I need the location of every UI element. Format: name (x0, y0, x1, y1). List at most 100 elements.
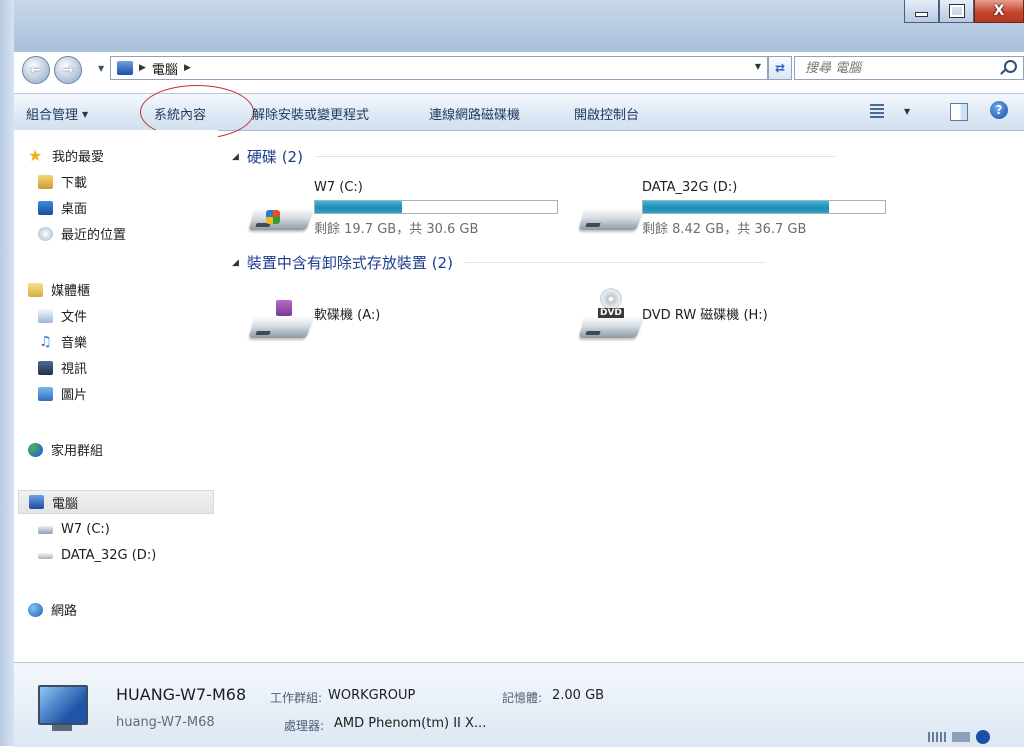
sidebar-network[interactable]: 網路 (28, 600, 77, 619)
optical-drive-icon (578, 316, 644, 338)
minimize-button[interactable] (904, 0, 939, 23)
refresh-icon: ⇄ (774, 61, 786, 75)
drive-tile-d[interactable]: DATA_32G (D:) 剩餘 8.42 GB，共 36.7 GB (570, 178, 886, 238)
drive-free-space: 剩餘 8.42 GB，共 36.7 GB (642, 222, 807, 237)
group-title: 硬碟 (2) (246, 148, 303, 166)
map-network-drive-button[interactable]: 連線網路磁碟機 (429, 104, 520, 123)
drive-tile-h[interactable]: DVD DVD RW 磁碟機 (H:) (570, 288, 880, 350)
star-icon: ★ (28, 145, 43, 165)
maximize-button[interactable] (939, 0, 974, 23)
music-icon: ♫ (39, 333, 52, 350)
sidebar-item-pictures[interactable]: 圖片 (38, 384, 87, 403)
drive-usage-bar (642, 200, 886, 214)
group-divider (464, 262, 765, 263)
maximize-icon (948, 4, 965, 18)
sidebar-item-label: W7 (C:) (61, 522, 110, 537)
uninstall-program-button[interactable]: 解除安裝或變更程式 (252, 104, 369, 123)
system-drive-icon (38, 525, 53, 534)
system-properties-button[interactable]: 系統內容 (154, 104, 206, 123)
sidebar-item-documents[interactable]: 文件 (38, 306, 87, 325)
search-input[interactable] (803, 59, 997, 77)
sidebar-item-drive-c[interactable]: W7 (C:) (38, 522, 110, 537)
monitor-icon[interactable] (952, 732, 970, 742)
refresh-button[interactable]: ⇄ (768, 56, 792, 80)
search-icon[interactable] (1004, 60, 1017, 73)
drive-tile-a[interactable]: 軟碟機 (A:) (244, 290, 534, 350)
network-icon (28, 602, 43, 617)
sidebar-item-label: 文件 (61, 310, 88, 325)
sidebar-item-label: 媒體櫃 (51, 284, 91, 299)
recent-places-icon (38, 226, 53, 241)
open-control-panel-button[interactable]: 開啟控制台 (574, 104, 639, 123)
user-name: huang-W7-M68 (116, 715, 215, 730)
windows-logo-icon (266, 210, 280, 224)
sidebar-item-label: 家用群組 (51, 444, 104, 459)
chevron-down-icon: ▼ (82, 110, 89, 119)
view-options-dropdown-icon[interactable]: ▼ (904, 107, 910, 116)
processor-label: 處理器: (284, 719, 325, 733)
collapse-triangle-icon[interactable]: ◢ (232, 152, 239, 162)
hard-drive-icon (248, 208, 314, 230)
homegroup-icon (28, 442, 43, 457)
address-bar[interactable]: ▶ 電腦 ▶ ▼ (110, 56, 768, 80)
keyboard-icon[interactable] (928, 732, 946, 742)
usage-fill (315, 201, 403, 213)
group-header-removable[interactable]: ◢ 裝置中含有卸除式存放裝置 (2) (232, 252, 765, 273)
address-history-dropdown-icon[interactable]: ▼ (755, 62, 761, 71)
help-icon[interactable] (976, 730, 990, 744)
video-icon (38, 360, 53, 375)
drive-usage-bar (314, 200, 558, 214)
dvd-badge-label: DVD (598, 308, 624, 318)
group-title: 裝置中含有卸除式存放裝置 (2) (246, 254, 453, 272)
breadcrumb-separator-icon[interactable]: ▶ (139, 63, 146, 73)
back-button[interactable]: ← (22, 56, 50, 84)
drive-name: W7 (C:) (314, 180, 363, 195)
sidebar-item-desktop[interactable]: 桌面 (38, 198, 87, 217)
sidebar-libraries[interactable]: 媒體櫃 (28, 280, 90, 299)
breadcrumb-separator-icon[interactable]: ▶ (184, 63, 191, 73)
usage-fill (643, 201, 830, 213)
close-icon: X (993, 3, 1005, 19)
group-divider (314, 156, 835, 157)
sidebar-computer[interactable]: 電腦 (18, 490, 214, 514)
drive-name: 軟碟機 (A:) (314, 308, 381, 323)
sidebar-favorites[interactable]: ★ 我的最愛 (28, 146, 104, 165)
sidebar-item-label: 我的最愛 (52, 150, 105, 165)
help-icon[interactable]: ? (990, 101, 1008, 119)
sidebar-item-label: 最近的位置 (61, 228, 127, 243)
sidebar-item-label: DATA_32G (D:) (61, 548, 157, 563)
floppy-disk-icon (276, 300, 292, 316)
memory-label: 記憶體: (502, 691, 543, 705)
sidebar-item-recent-places[interactable]: 最近的位置 (38, 224, 126, 243)
downloads-folder-icon (38, 174, 53, 189)
drive-tile-c[interactable]: W7 (C:) 剩餘 19.7 GB，共 30.6 GB (244, 178, 558, 238)
organize-label: 組合管理 (26, 108, 79, 123)
sidebar-item-label: 音樂 (61, 336, 88, 351)
sidebar-item-music[interactable]: ♫ 音樂 (38, 332, 88, 352)
workgroup-label: 工作群組: (270, 691, 323, 705)
search-box[interactable] (794, 56, 1024, 80)
command-toolbar: 組合管理 ▼ 系統內容 解除安裝或變更程式 連線網路磁碟機 開啟控制台 ▼ ? (14, 85, 1024, 139)
sidebar-item-drive-d[interactable]: DATA_32G (D:) (38, 548, 156, 563)
breadcrumb-computer[interactable]: 電腦 (152, 59, 178, 78)
sidebar-item-downloads[interactable]: 下載 (38, 172, 87, 191)
preview-pane-icon[interactable] (950, 103, 968, 121)
forward-button[interactable]: → (54, 56, 82, 84)
processor-value: AMD Phenom(tm) II X... (334, 716, 487, 731)
window-titlebar[interactable]: X (0, 0, 1024, 746)
pictures-icon (38, 386, 53, 401)
dvd-disc-icon (600, 288, 622, 310)
sidebar-homegroup[interactable]: 家用群組 (28, 440, 103, 459)
window-controls: X (904, 0, 1024, 24)
drive-name: DATA_32G (D:) (642, 180, 738, 195)
collapse-triangle-icon[interactable]: ◢ (232, 258, 239, 268)
change-view-icon[interactable] (870, 104, 884, 118)
organize-menu[interactable]: 組合管理 ▼ (26, 104, 88, 123)
group-header-hard-drives[interactable]: ◢ 硬碟 (2) (232, 146, 835, 167)
computer-icon (29, 495, 44, 509)
drive-name: DVD RW 磁碟機 (H:) (642, 308, 768, 323)
close-button[interactable]: X (974, 0, 1024, 23)
sidebar-item-videos[interactable]: 視訊 (38, 358, 87, 377)
recent-pages-dropdown-icon[interactable]: ▼ (98, 64, 104, 73)
documents-icon (38, 308, 53, 323)
